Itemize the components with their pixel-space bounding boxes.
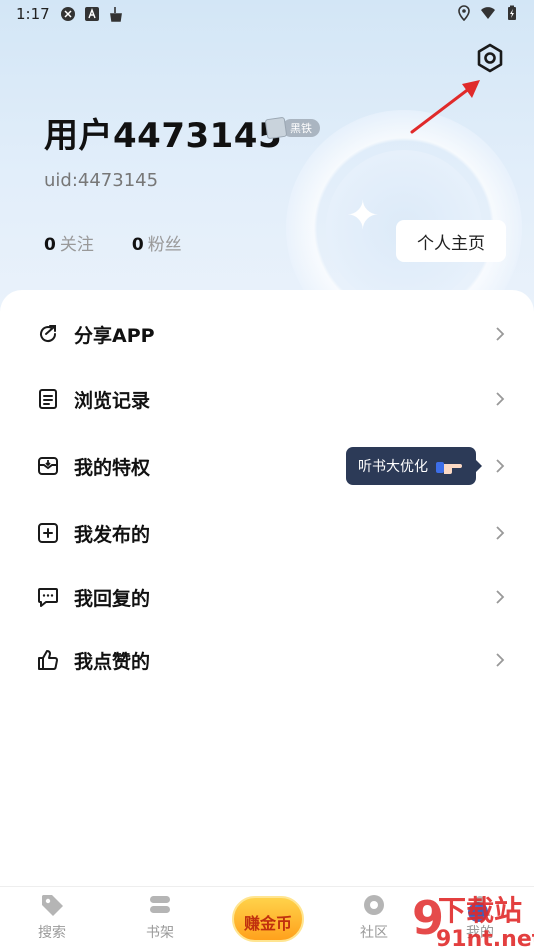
status-left-icons	[60, 6, 124, 22]
privilege-icon	[38, 457, 58, 475]
app-notification-icon	[60, 7, 75, 21]
privilege-tip-badge[interactable]: 听书大优化	[346, 447, 482, 485]
chevron-right-icon	[496, 653, 505, 667]
watermark-site: 91nt.net	[436, 927, 534, 950]
homepage-button[interactable]: 个人主页	[396, 220, 506, 262]
add-post-icon	[38, 523, 58, 543]
sparkle-icon: ✦	[346, 193, 380, 239]
status-bar: 1:17	[0, 0, 534, 28]
menu-item-history[interactable]: 浏览记录	[0, 369, 534, 429]
level-badge-icon	[264, 116, 288, 140]
battery-icon	[508, 5, 516, 20]
pointing-hand-icon	[436, 462, 462, 474]
menu-item-share[interactable]: 分享APP	[0, 304, 534, 364]
level-badge: 黑铁	[264, 116, 320, 140]
location-icon	[458, 5, 470, 21]
tab-label-earn: 赚金币	[243, 914, 292, 933]
tab-label-community: 社区	[360, 925, 388, 941]
chevron-right-icon	[496, 526, 505, 540]
share-icon	[40, 325, 57, 343]
followers-label: 粉丝	[147, 235, 182, 255]
following-stat[interactable]: 0 关注	[44, 230, 94, 255]
chevron-right-icon	[496, 590, 505, 604]
watermark-logo: 9 下载站 91nt.net	[412, 891, 534, 950]
follow-stats: 0 关注 0 粉丝	[44, 230, 182, 255]
tab-search[interactable]: 搜索	[22, 892, 82, 948]
menu-label-posts: 我发布的	[74, 523, 151, 546]
privilege-tip-text: 听书大优化	[358, 459, 428, 475]
header-background: ✦	[0, 0, 534, 320]
chevron-right-icon	[496, 392, 505, 406]
status-right-icons	[456, 5, 520, 21]
following-count: 0	[44, 235, 56, 255]
menu-item-posts[interactable]: 我发布的	[0, 503, 534, 563]
comment-icon	[38, 588, 58, 607]
following-label: 关注	[59, 235, 94, 255]
watermark-text: 下载站	[438, 894, 522, 927]
bookshelf-icon	[150, 896, 170, 913]
a-notification-icon	[84, 7, 99, 21]
annotation-arrow-icon	[410, 80, 480, 134]
menu-item-likes[interactable]: 我点赞的	[0, 630, 534, 690]
tag-icon	[42, 895, 63, 916]
chevron-right-icon	[496, 459, 505, 473]
username: 用户4473145	[44, 116, 283, 156]
menu-label-likes: 我点赞的	[74, 650, 151, 673]
level-badge-label: 黑铁	[282, 119, 320, 137]
thumbs-up-icon	[38, 650, 58, 670]
menu-label-replies: 我回复的	[74, 587, 151, 610]
tab-bookshelf[interactable]: 书架	[130, 892, 190, 948]
tab-label-search: 搜索	[38, 925, 66, 941]
tab-earn-coins[interactable]: 赚金币	[232, 892, 304, 944]
wifi-icon	[481, 7, 495, 19]
followers-stat[interactable]: 0 粉丝	[132, 230, 182, 255]
menu-label-share: 分享APP	[74, 324, 155, 347]
tab-label-bookshelf: 书架	[146, 925, 174, 941]
followers-count: 0	[131, 235, 144, 255]
user-uid: uid:4473145	[44, 170, 159, 191]
status-time: 1:17	[16, 5, 50, 23]
broom-icon	[109, 7, 122, 22]
history-icon	[39, 389, 57, 409]
tab-community[interactable]: 社区	[344, 892, 404, 948]
menu-item-replies[interactable]: 我回复的	[0, 567, 534, 627]
menu-label-privilege: 我的特权	[74, 456, 151, 479]
menu-label-history: 浏览记录	[74, 389, 151, 412]
chevron-right-icon	[496, 327, 505, 341]
community-icon	[364, 895, 384, 915]
